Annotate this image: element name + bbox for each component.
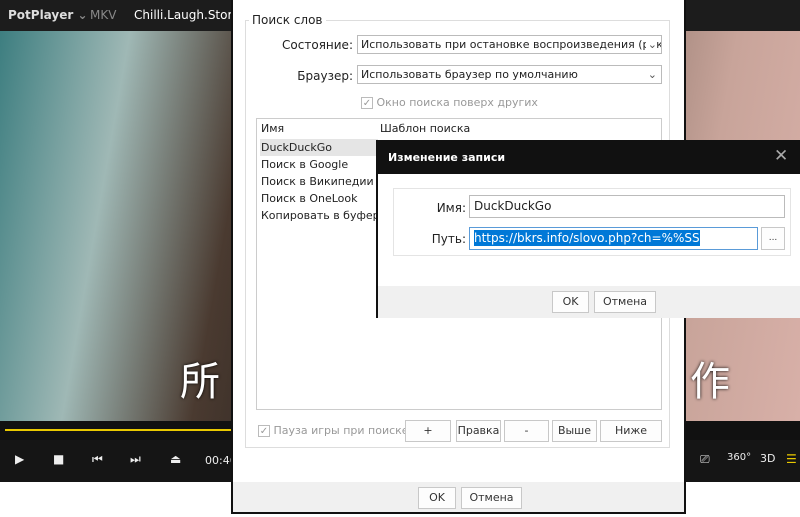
stop-icon[interactable]: ■ [53, 452, 64, 466]
path-value-selected: https://bkrs.info/slovo.php?ch=%%SS [474, 230, 700, 246]
pause-checkbox[interactable]: ✓ Пауза игры при поиске [258, 424, 409, 437]
pause-label: Пауза игры при поиске [273, 424, 409, 437]
play-icon[interactable]: ▶ [15, 452, 24, 466]
browser-label: Браузер: [297, 69, 353, 83]
seek-bar[interactable] [5, 429, 235, 431]
app-menu-button[interactable]: PotPlayer ⌄ [8, 8, 88, 22]
ok-button[interactable]: OK [418, 487, 456, 509]
chevron-down-icon: ⌄ [647, 68, 657, 81]
file-title: Chilli.Laugh.Story. [134, 8, 242, 22]
chevron-down-icon: ⌄ [645, 36, 657, 53]
state-label: Состояние: [282, 38, 353, 52]
state-select[interactable]: Использовать при остановке воспроизведен… [357, 35, 662, 54]
on-top-label: Окно поиска поверх других [376, 96, 538, 109]
remove-button[interactable]: - [504, 420, 549, 442]
subtitle-text-right: 作 [690, 359, 730, 405]
browser-value: Использовать браузер по умолчанию [361, 68, 578, 81]
ok-button[interactable]: OK [552, 291, 589, 313]
edit-button[interactable]: Правка [456, 420, 501, 442]
column-header-name[interactable]: Имя [261, 122, 284, 135]
add-button[interactable]: + [405, 420, 451, 442]
list-item[interactable]: DuckDuckGo [260, 139, 378, 156]
subtitle-icon[interactable]: ☰ [786, 452, 797, 466]
chevron-down-icon: ⌄ [77, 8, 88, 22]
cast-icon[interactable]: ⎚ [700, 452, 710, 467]
list-item[interactable]: Копировать в буфер... [260, 207, 390, 224]
list-item[interactable]: Поиск в OneLook [260, 190, 357, 207]
move-up-button[interactable]: Выше [552, 420, 597, 442]
dialog-footer: OK Отмена [233, 482, 684, 512]
name-label: Имя: [436, 201, 466, 215]
group-title: Поиск слов [249, 13, 326, 27]
previous-icon[interactable]: ⏮ [92, 452, 103, 467]
edit-dialog-footer: OK Отмена [378, 286, 800, 318]
next-icon[interactable]: ⏭ [130, 452, 141, 467]
edit-entry-dialog: Изменение записи ✕ Имя: DuckDuckGo Путь:… [376, 140, 800, 318]
subtitle-text-left: 所 [180, 359, 220, 405]
column-header-template[interactable]: Шаблон поиска [380, 122, 470, 135]
list-item[interactable]: Поиск в Google [260, 156, 348, 173]
browse-button[interactable]: ... [761, 227, 785, 250]
edit-dialog-titlebar: Изменение записи ✕ [378, 142, 800, 174]
checkbox-checked-icon: ✓ [258, 425, 270, 437]
move-down-button[interactable]: Ниже [600, 420, 662, 442]
format-label: MKV [90, 8, 117, 22]
checkbox-checked-icon: ✓ [361, 97, 373, 109]
path-input[interactable]: https://bkrs.info/slovo.php?ch=%%SS [469, 227, 758, 250]
list-item[interactable]: Поиск в Википедии [260, 173, 374, 190]
eject-icon[interactable]: ⏏ [170, 452, 181, 466]
app-name: PotPlayer [8, 8, 74, 22]
close-icon[interactable]: ✕ [774, 146, 788, 166]
3d-icon[interactable]: 3D [760, 452, 775, 465]
browser-select[interactable]: Использовать браузер по умолчанию ⌄ [357, 65, 662, 84]
cancel-button[interactable]: Отмена [461, 487, 522, 509]
edit-dialog-title: Изменение записи [388, 151, 506, 164]
name-input[interactable]: DuckDuckGo [469, 195, 785, 218]
360-icon[interactable]: 360° [727, 452, 751, 463]
path-label: Путь: [431, 232, 466, 246]
state-value: Использовать при остановке воспроизведен… [361, 38, 662, 51]
on-top-checkbox[interactable]: ✓ Окно поиска поверх других [361, 96, 538, 109]
cancel-button[interactable]: Отмена [594, 291, 656, 313]
